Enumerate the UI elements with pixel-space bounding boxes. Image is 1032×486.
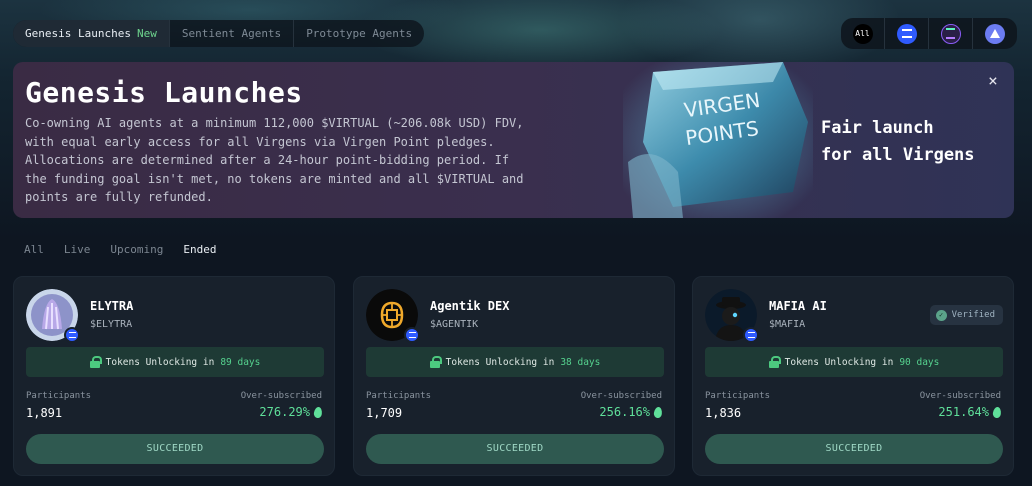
flame-icon bbox=[653, 405, 663, 419]
oversubscribed-value: 276.29% bbox=[259, 405, 323, 419]
check-icon: ✓ bbox=[935, 309, 947, 321]
status-button[interactable]: SUCCEEDED bbox=[366, 434, 664, 464]
lock-icon bbox=[429, 356, 442, 368]
base-icon bbox=[404, 327, 420, 343]
solana-icon bbox=[940, 23, 961, 44]
tab-prototype-agents[interactable]: Prototype Agents bbox=[294, 20, 424, 47]
close-icon[interactable]: × bbox=[984, 72, 1002, 90]
filter-upcoming[interactable]: Upcoming bbox=[110, 243, 163, 257]
participants-value: 1,709 bbox=[366, 406, 403, 420]
unlock-banner: Tokens Unlocking in 90 days bbox=[705, 347, 1003, 377]
filter-live[interactable]: Live bbox=[64, 243, 91, 257]
ethereum-icon bbox=[985, 23, 1005, 44]
oversubscribed-label: Over-subscribed bbox=[240, 391, 322, 401]
flame-icon bbox=[992, 405, 1002, 419]
launch-card[interactable]: ELYTRA $ELYTRA Tokens Unlocking in 89 da… bbox=[13, 276, 335, 476]
agent-ticker: $MAFIA bbox=[769, 319, 806, 330]
chain-filter: All bbox=[841, 18, 1017, 49]
tab-sentient-agents[interactable]: Sentient Agents bbox=[170, 20, 295, 47]
unlock-days: 38 days bbox=[560, 356, 601, 368]
oversub-percent: 276.29% bbox=[259, 405, 310, 419]
new-badge: New bbox=[136, 27, 157, 40]
banner-description: Co-owning AI agents at a minimum 112,000… bbox=[25, 116, 524, 204]
banner-tagline: Fair launch for all Virgens bbox=[821, 115, 975, 169]
participants-label: Participants bbox=[366, 391, 432, 401]
lock-icon bbox=[89, 356, 102, 368]
unlock-text: Tokens Unlocking in bbox=[784, 356, 894, 368]
unlock-days: 90 days bbox=[899, 356, 940, 368]
chain-all-button[interactable]: All bbox=[841, 18, 885, 49]
chain-solana-button[interactable] bbox=[929, 18, 973, 49]
verified-label: Verified bbox=[951, 310, 995, 320]
agent-name: ELYTRA bbox=[90, 299, 134, 313]
tagline-line-1: Fair launch bbox=[821, 118, 934, 138]
status-button[interactable]: SUCCEEDED bbox=[26, 434, 324, 464]
oversub-percent: 256.16% bbox=[599, 405, 650, 419]
unlock-banner: Tokens Unlocking in 89 days bbox=[26, 347, 324, 377]
flame-icon bbox=[313, 405, 323, 419]
base-icon bbox=[64, 327, 80, 343]
base-icon bbox=[743, 327, 759, 343]
chain-base-button[interactable] bbox=[885, 18, 929, 49]
participants-value: 1,836 bbox=[705, 406, 742, 420]
oversubscribed-label: Over-subscribed bbox=[580, 391, 662, 401]
lock-icon bbox=[768, 356, 781, 368]
oversub-percent: 251.64% bbox=[938, 405, 989, 419]
filter-all[interactable]: All bbox=[24, 243, 44, 257]
participants-value: 1,891 bbox=[26, 406, 63, 420]
all-chains-icon: All bbox=[852, 23, 873, 44]
oversubscribed-label: Over-subscribed bbox=[919, 391, 1001, 401]
tab-label: Sentient Agents bbox=[181, 27, 282, 40]
participants-label: Participants bbox=[705, 391, 771, 401]
category-tabs: Genesis Launches New Sentient Agents Prot… bbox=[13, 20, 425, 47]
genesis-banner: Genesis Launches Co-owning AI agents at … bbox=[13, 62, 1014, 218]
virgen-points-illustration: VIRGEN POINTS bbox=[623, 62, 813, 218]
agent-ticker: $AGENTIK bbox=[430, 319, 479, 330]
participants-label: Participants bbox=[26, 391, 92, 401]
unlock-text: Tokens Unlocking in bbox=[445, 356, 555, 368]
verified-badge: ✓ Verified bbox=[929, 305, 1003, 325]
launch-card[interactable]: Agentik DEX $AGENTIK Tokens Unlocking in… bbox=[353, 276, 675, 476]
unlock-text: Tokens Unlocking in bbox=[105, 356, 215, 368]
oversubscribed-value: 256.16% bbox=[599, 405, 663, 419]
tagline-line-2: for all Virgens bbox=[821, 145, 975, 165]
unlock-banner: Tokens Unlocking in 38 days bbox=[366, 347, 664, 377]
filter-ended[interactable]: Ended bbox=[183, 243, 216, 257]
banner-title: Genesis Launches bbox=[25, 76, 303, 109]
tab-label: Prototype Agents bbox=[306, 27, 413, 40]
status-button[interactable]: SUCCEEDED bbox=[705, 434, 1003, 464]
oversubscribed-value: 251.64% bbox=[938, 405, 1002, 419]
agent-name: MAFIA AI bbox=[769, 299, 827, 313]
chain-ethereum-button[interactable] bbox=[973, 18, 1017, 49]
launch-card[interactable]: MAFIA AI $MAFIA ✓ Verified Tokens Unlock… bbox=[692, 276, 1014, 476]
agent-ticker: $ELYTRA bbox=[90, 319, 133, 330]
tab-label: Genesis Launches bbox=[25, 27, 131, 40]
unlock-days: 89 days bbox=[220, 356, 261, 368]
base-icon bbox=[896, 23, 917, 44]
status-filter: All Live Upcoming Ended bbox=[24, 243, 236, 257]
agent-name: Agentik DEX bbox=[430, 299, 510, 313]
tab-genesis-launches[interactable]: Genesis Launches New bbox=[13, 20, 170, 47]
